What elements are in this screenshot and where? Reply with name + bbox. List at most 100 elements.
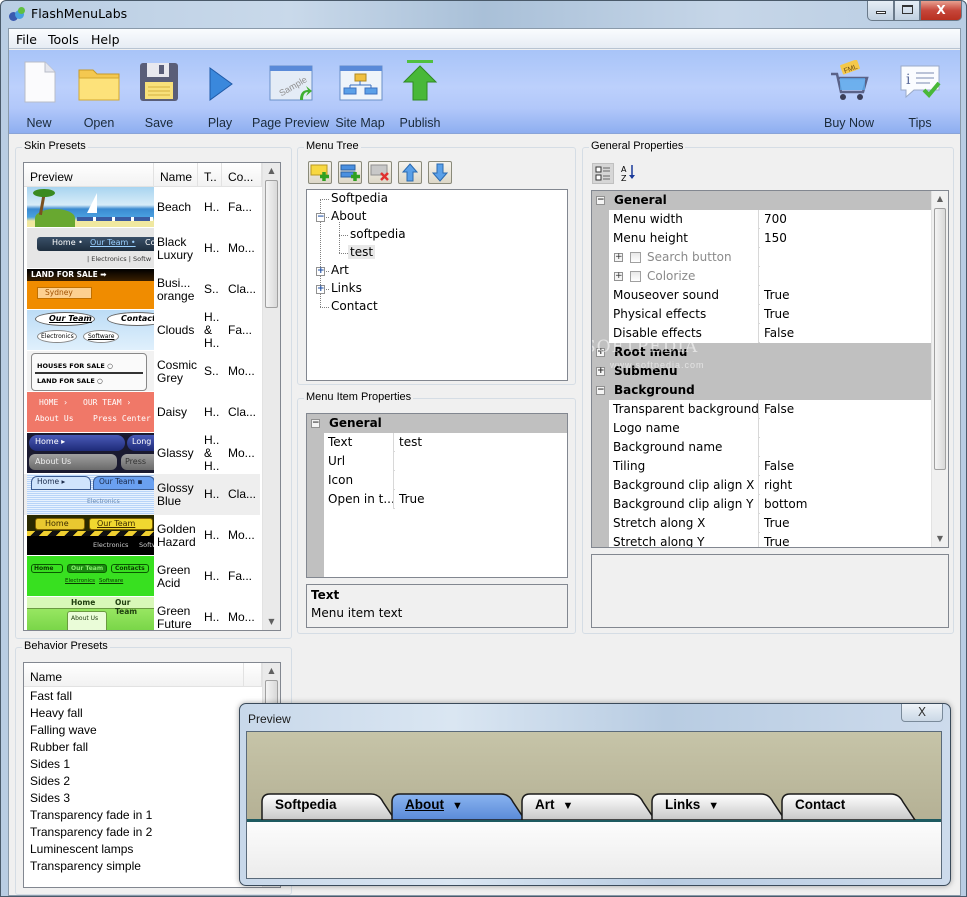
maximize-button[interactable] bbox=[894, 1, 920, 21]
behavior-item[interactable]: Transparency fade in 1 bbox=[30, 808, 152, 822]
property-value[interactable]: False bbox=[760, 457, 931, 476]
scroll-down-icon[interactable]: ▼ bbox=[932, 531, 948, 547]
col-behavior-name[interactable]: Name bbox=[24, 663, 244, 687]
col-type[interactable]: T.. bbox=[198, 163, 222, 187]
tree-node-softpedia-sub[interactable]: softpedia bbox=[350, 227, 406, 241]
tree-node-about[interactable]: About bbox=[331, 209, 366, 223]
checkbox[interactable] bbox=[630, 252, 641, 263]
skin-row-black-luxury[interactable]: Home • Our Team • Co | Electronics | Sof… bbox=[24, 228, 260, 269]
property-row[interactable]: Stretch along X True bbox=[609, 514, 931, 533]
property-value[interactable]: bottom bbox=[760, 495, 931, 514]
property-value[interactable]: True bbox=[760, 305, 931, 324]
page-preview-button[interactable]: Sample Page Preview bbox=[252, 58, 329, 130]
property-row[interactable]: Background clip align Ybottom bbox=[609, 495, 931, 514]
behavior-item[interactable]: Heavy fall bbox=[30, 706, 83, 720]
behavior-item[interactable]: Sides 3 bbox=[30, 791, 70, 805]
skin-row-daisy[interactable]: HOME › OUR TEAM › About Us Press Center … bbox=[24, 392, 260, 433]
property-row[interactable]: Logo name bbox=[609, 419, 931, 438]
add-subitem-button[interactable] bbox=[338, 161, 362, 184]
tips-button[interactable]: i Tips bbox=[893, 58, 947, 130]
preview-tab-softpedia[interactable]: Softpedia bbox=[261, 792, 401, 820]
skin-row-green-future[interactable]: Home Our Team About Us Green Future H.. … bbox=[24, 597, 260, 630]
property-row[interactable]: Mouseover sound True bbox=[609, 286, 931, 305]
property-row[interactable]: Menu width 700 bbox=[609, 210, 931, 229]
property-row[interactable]: + Colorize bbox=[609, 267, 931, 286]
skin-row-glossy-blue[interactable]: Home ▸ Our Team ▪ Electronics Glossy Blu… bbox=[24, 474, 260, 515]
skin-row-glassy[interactable]: Home ▸ Long About Us Press Glassy H.. & … bbox=[24, 433, 260, 474]
publish-button[interactable]: Publish bbox=[394, 58, 446, 130]
site-map-button[interactable]: Site Map bbox=[334, 58, 386, 130]
checkbox[interactable] bbox=[630, 271, 641, 282]
behavior-item[interactable]: Luminescent lamps bbox=[30, 842, 133, 856]
collapse-icon[interactable]: − bbox=[596, 196, 605, 205]
property-value[interactable] bbox=[760, 419, 931, 438]
expand-links-icon[interactable]: + bbox=[316, 285, 325, 294]
tree-node-softpedia[interactable]: Softpedia bbox=[331, 191, 388, 205]
skin-row-beach[interactable]: Beach H.. Fa... bbox=[24, 187, 260, 228]
skin-row-business-orange[interactable]: LAND FOR SALE ➡ Sydney Busi... orange S.… bbox=[24, 269, 260, 310]
behavior-item[interactable]: Sides 1 bbox=[30, 757, 70, 771]
category-general[interactable]: − General bbox=[592, 191, 931, 210]
property-row[interactable]: Url bbox=[324, 452, 567, 471]
tree-node-links[interactable]: Links bbox=[331, 281, 362, 295]
property-row[interactable]: Icon bbox=[324, 471, 567, 490]
property-row[interactable]: Background name bbox=[609, 438, 931, 457]
col-color[interactable]: Co... bbox=[222, 163, 262, 187]
property-value[interactable] bbox=[395, 452, 567, 471]
collapse-icon[interactable]: − bbox=[596, 386, 605, 395]
skin-row-cosmic-grey[interactable]: HOUSES FOR SALE ○ LAND FOR SALE ○ Cosmic… bbox=[24, 351, 260, 392]
behavior-item[interactable]: Transparency fade in 2 bbox=[30, 825, 152, 839]
property-value[interactable]: right bbox=[760, 476, 931, 495]
property-value[interactable]: False bbox=[760, 400, 931, 419]
preview-tab-about[interactable]: About ▼ bbox=[391, 792, 531, 820]
menu-help[interactable]: Help bbox=[91, 32, 120, 47]
expand-icon[interactable]: + bbox=[614, 253, 623, 262]
new-button[interactable]: New bbox=[14, 58, 64, 130]
menu-item-property-grid[interactable]: − General Text test Url Icon Open in t... Tru… bbox=[306, 413, 568, 578]
add-item-button[interactable] bbox=[308, 161, 332, 184]
general-property-grid[interactable]: − General Menu width 700 Menu height 150 + Sear… bbox=[591, 190, 949, 548]
scroll-up-icon[interactable]: ▲ bbox=[263, 163, 280, 179]
category-background[interactable]: − Background bbox=[592, 381, 931, 400]
preview-tab-links[interactable]: Links ▼ bbox=[651, 792, 791, 820]
property-value[interactable] bbox=[760, 438, 931, 457]
property-row[interactable]: + Search button bbox=[609, 248, 931, 267]
skin-list-scrollbar[interactable]: ▲ ▼ bbox=[262, 163, 280, 630]
delete-item-button[interactable] bbox=[368, 161, 392, 184]
move-up-button[interactable] bbox=[398, 161, 422, 184]
property-value[interactable]: 150 bbox=[760, 229, 931, 248]
preview-tab-art[interactable]: Art ▼ bbox=[521, 792, 661, 820]
property-value[interactable] bbox=[395, 471, 567, 490]
category-general[interactable]: − General bbox=[307, 414, 567, 433]
col-preview[interactable]: Preview bbox=[24, 163, 154, 187]
preview-tab-contact[interactable]: Contact bbox=[781, 792, 921, 820]
move-down-button[interactable] bbox=[428, 161, 452, 184]
buy-now-button[interactable]: FML Buy Now bbox=[821, 58, 877, 130]
menu-tools[interactable]: Tools bbox=[48, 32, 79, 47]
behavior-item[interactable]: Fast fall bbox=[30, 689, 72, 703]
skin-presets-list[interactable]: Preview Name T.. Co... Beach H.. Fa... H… bbox=[23, 162, 281, 631]
property-row[interactable]: Physical effects True bbox=[609, 305, 931, 324]
minimize-button[interactable] bbox=[867, 1, 894, 21]
tree-node-contact[interactable]: Contact bbox=[331, 299, 378, 313]
play-button[interactable]: Play bbox=[199, 58, 241, 130]
property-row[interactable]: Open in t... True bbox=[324, 490, 567, 509]
collapse-icon[interactable]: − bbox=[311, 419, 320, 428]
property-row[interactable]: Stretch along Y True bbox=[609, 533, 931, 547]
property-value[interactable]: True bbox=[760, 533, 931, 547]
scroll-up-icon[interactable]: ▲ bbox=[932, 191, 948, 207]
scroll-thumb[interactable] bbox=[934, 208, 946, 470]
preview-close-button[interactable]: X bbox=[901, 704, 943, 722]
behavior-item[interactable]: Falling wave bbox=[30, 723, 97, 737]
close-button[interactable]: X bbox=[920, 1, 962, 21]
property-value[interactable]: 700 bbox=[760, 210, 931, 229]
col-name[interactable]: Name bbox=[154, 163, 198, 187]
behavior-item[interactable]: Rubber fall bbox=[30, 740, 88, 754]
expand-art-icon[interactable]: + bbox=[316, 267, 325, 276]
scroll-down-icon[interactable]: ▼ bbox=[263, 614, 280, 630]
property-row[interactable]: Disable effects False bbox=[609, 324, 931, 343]
property-row[interactable]: Menu height 150 bbox=[609, 229, 931, 248]
property-value[interactable]: False bbox=[760, 324, 931, 343]
tree-node-test[interactable]: test bbox=[348, 245, 376, 259]
category-submenu[interactable]: + Submenu bbox=[592, 362, 931, 381]
